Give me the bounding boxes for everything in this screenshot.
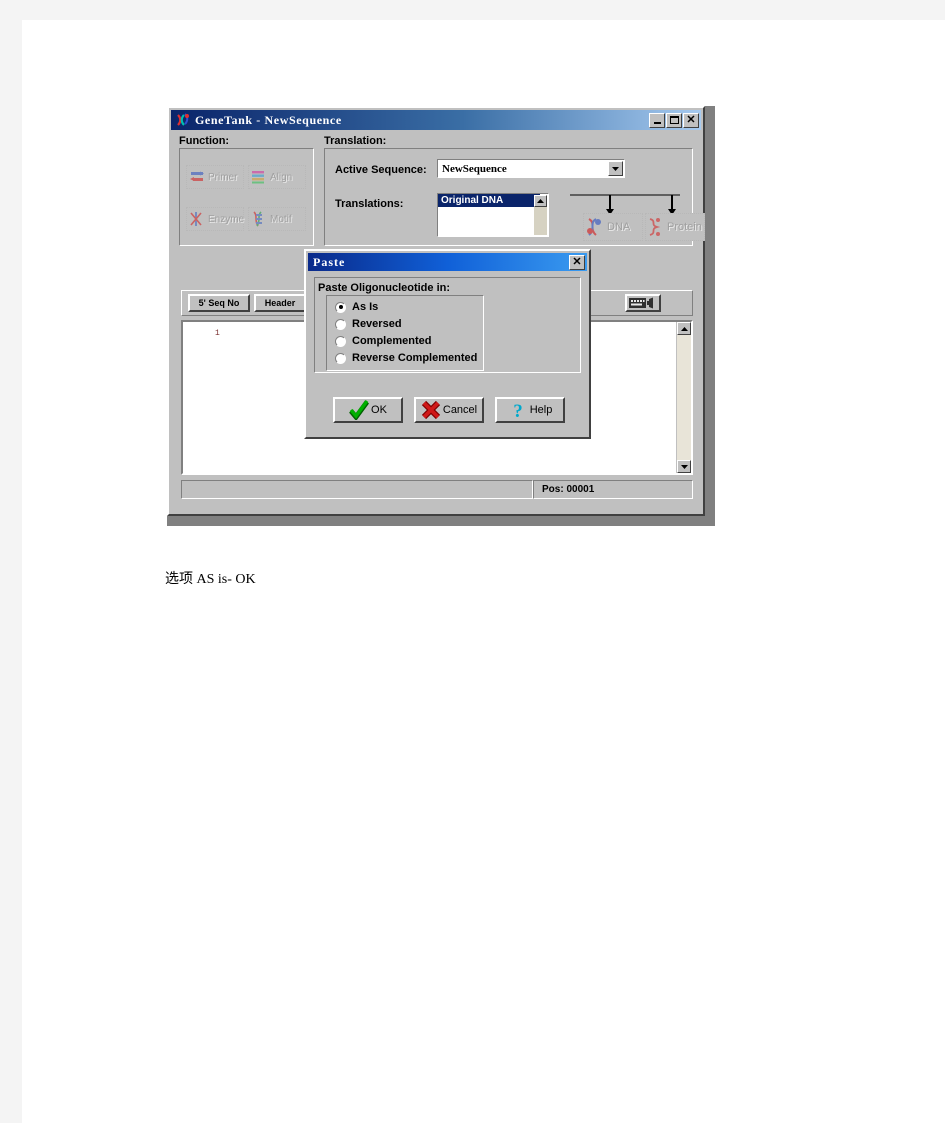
genetank-app-icon: [177, 113, 189, 126]
motif-button[interactable]: Motif: [248, 207, 306, 231]
maximize-button[interactable]: [666, 112, 682, 128]
caption-text: 选项 AS is- OK: [165, 572, 256, 587]
close-button[interactable]: ✕: [683, 112, 699, 128]
cancel-button[interactable]: Cancel: [414, 397, 484, 423]
radio-option-complemented[interactable]: Complemented: [335, 335, 431, 347]
radio-icon[interactable]: [335, 352, 346, 364]
translations-listbox[interactable]: Original DNA: [437, 193, 549, 237]
paste-dialog-title-bar: Paste ✕: [308, 253, 587, 271]
enzyme-button[interactable]: Enzyme: [186, 207, 244, 231]
svg-text:?: ?: [513, 401, 523, 420]
minimize-icon: [653, 122, 661, 124]
dna-button[interactable]: DNA: [583, 213, 643, 241]
protein-icon: [649, 218, 661, 236]
translation-panel-label: Translation:: [324, 135, 387, 147]
check-icon: [349, 400, 370, 420]
translations-label: Translations:: [335, 198, 404, 210]
application-window: GeneTank - NewSequence ✕ Function: Prime…: [167, 106, 715, 526]
align-icon: [252, 171, 264, 184]
help-button-label: Help: [529, 404, 553, 416]
maximize-icon: [669, 116, 679, 124]
title-bar: GeneTank - NewSequence ✕: [171, 110, 701, 130]
editor-scrollbar[interactable]: [676, 322, 691, 473]
close-icon: ✕: [572, 255, 582, 268]
radio-icon[interactable]: [335, 318, 346, 330]
header-button[interactable]: Header: [254, 294, 306, 312]
radio-option-reverse-complemented[interactable]: Reverse Complemented: [335, 352, 477, 364]
listbox-scrollbar[interactable]: [534, 195, 547, 235]
scroll-up-icon[interactable]: [677, 322, 691, 335]
status-message: [181, 480, 533, 499]
cancel-button-label: Cancel: [442, 404, 478, 416]
x-icon: [421, 400, 440, 420]
ok-button[interactable]: OK: [333, 397, 403, 423]
document-page: GeneTank - NewSequence ✕ Function: Prime…: [22, 20, 945, 1123]
minimize-button[interactable]: [649, 112, 665, 128]
dna-button-label: DNA: [607, 221, 631, 233]
paste-dialog-title: Paste: [313, 254, 346, 269]
active-sequence-combo[interactable]: NewSequence: [437, 159, 625, 178]
paste-options-heading: Paste Oligonucleotide in:: [318, 282, 451, 294]
line-number: 1: [215, 329, 220, 338]
paste-dialog-close-button[interactable]: ✕: [569, 254, 585, 270]
motif-button-label: Motif: [270, 213, 292, 225]
function-panel-box: Primer Align Enzyme Motif: [179, 148, 314, 246]
active-sequence-value: NewSequence: [442, 162, 507, 175]
ok-button-label: OK: [371, 404, 387, 416]
chevron-down-icon[interactable]: [608, 161, 623, 176]
window-title: GeneTank - NewSequence: [195, 112, 342, 127]
function-panel-label: Function:: [179, 135, 230, 147]
protein-button-label: Protein: [667, 221, 702, 233]
keyboard-sound-button[interactable]: [625, 294, 661, 312]
radio-option-reversed[interactable]: Reversed: [335, 318, 402, 330]
scroll-down-icon[interactable]: [677, 460, 691, 473]
status-bar: Pos: 00001: [181, 480, 693, 499]
protein-button[interactable]: Protein: [645, 213, 705, 241]
paste-dialog: Paste ✕ Paste Oligonucleotide in: As Is …: [304, 249, 591, 439]
motif-icon: [253, 211, 262, 227]
enzyme-icon: [190, 212, 202, 226]
application-frame: GeneTank - NewSequence ✕ Function: Prime…: [167, 106, 705, 516]
align-button[interactable]: Align: [248, 165, 306, 189]
enzyme-button-label: Enzyme: [208, 213, 245, 225]
radio-option-label: Reverse Complemented: [352, 352, 478, 364]
radio-icon[interactable]: [335, 301, 346, 313]
radio-option-label: As Is: [352, 301, 379, 313]
status-position: Pos: 00001: [533, 480, 693, 499]
radio-option-as-is[interactable]: As Is: [335, 301, 378, 313]
primer-button-label: Primer: [208, 171, 238, 183]
close-icon: ✕: [686, 113, 696, 126]
radio-option-label: Reversed: [352, 318, 402, 330]
align-button-label: Align: [270, 171, 293, 183]
seq-no-button[interactable]: 5' Seq No: [188, 294, 250, 312]
radio-option-label: Complemented: [352, 335, 432, 347]
active-sequence-label: Active Sequence:: [335, 164, 427, 176]
primer-icon: [190, 171, 204, 181]
primer-button[interactable]: Primer: [186, 165, 244, 189]
list-item[interactable]: Original DNA: [438, 194, 540, 207]
question-icon: ?: [513, 401, 523, 420]
keyboard-sound-icon: [629, 297, 653, 309]
paste-options-radio-box: As Is Reversed Complemented Reverse Comp…: [326, 295, 484, 371]
translation-panel-box: Active Sequence: NewSequence Translation…: [324, 148, 705, 246]
radio-icon[interactable]: [335, 335, 346, 347]
scroll-up-icon[interactable]: [534, 195, 547, 207]
dna-icon: [587, 218, 601, 236]
help-button[interactable]: ? Help: [495, 397, 565, 423]
